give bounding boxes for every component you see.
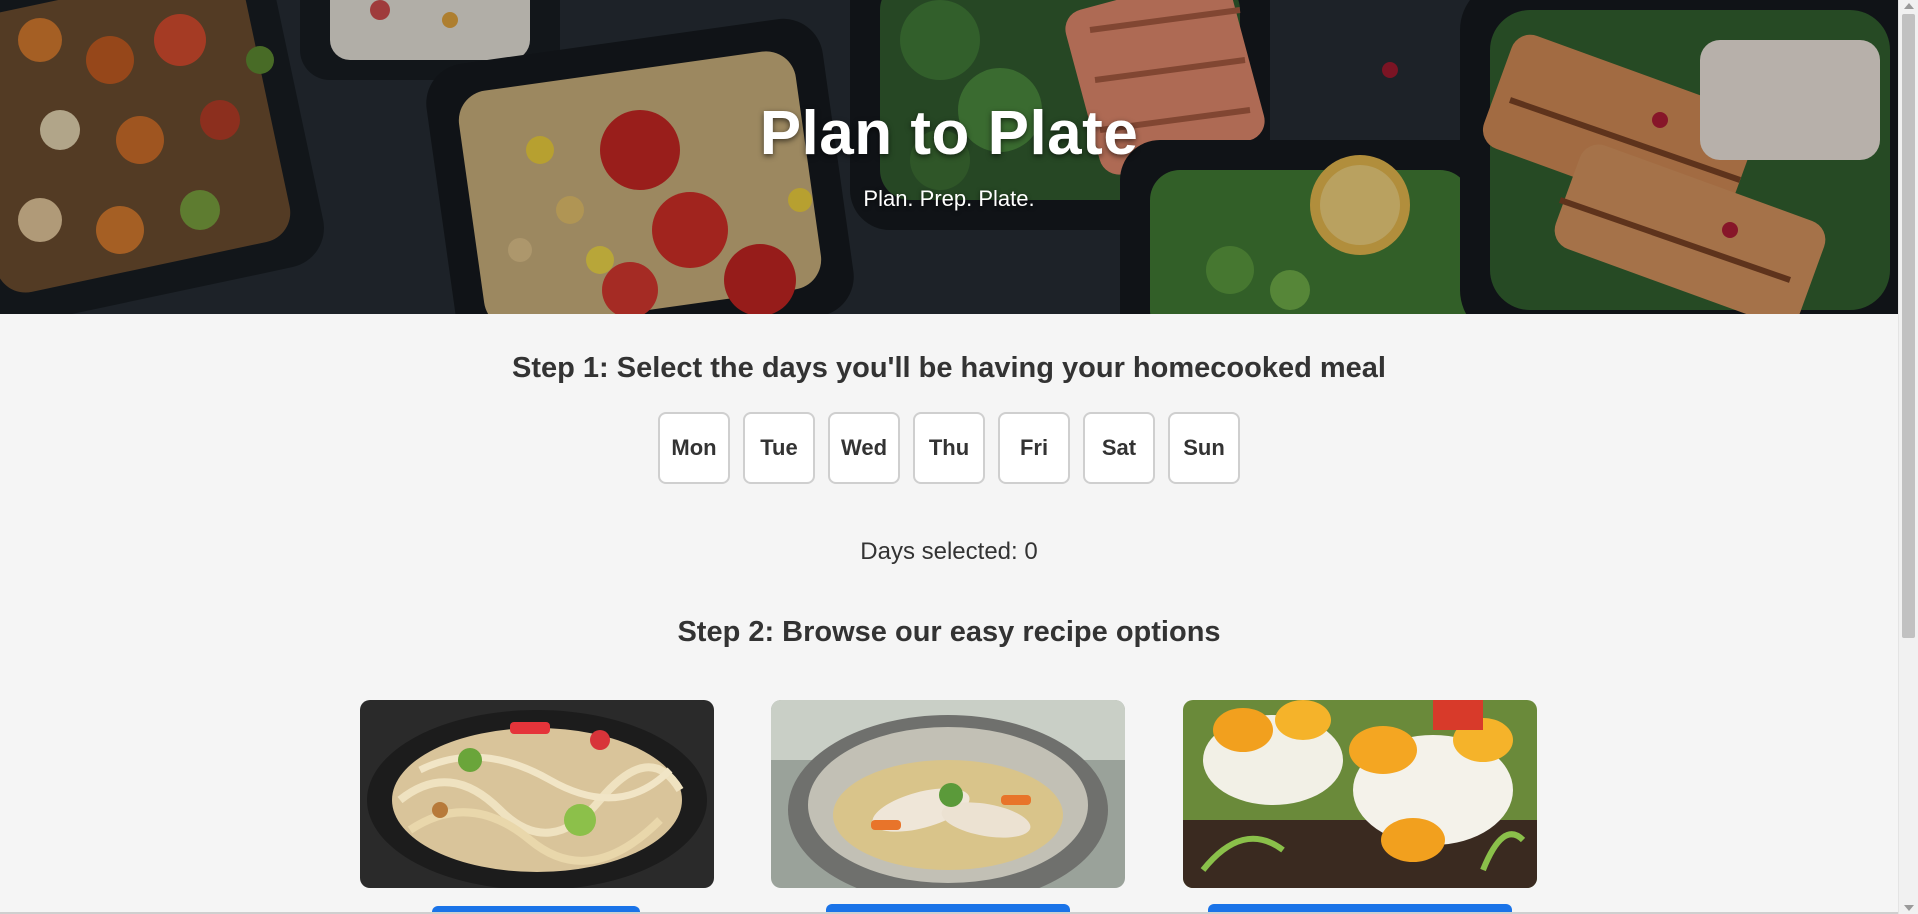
days-selected-count: Days selected: 0 bbox=[860, 538, 1038, 565]
scroll-up-arrow-icon[interactable] bbox=[1904, 3, 1914, 9]
day-button-sat[interactable]: Sat bbox=[1083, 412, 1155, 484]
recipe-card-soup[interactable] bbox=[771, 700, 1125, 888]
day-button-sun[interactable]: Sun bbox=[1168, 412, 1240, 484]
recipe-image-noodles bbox=[360, 700, 714, 888]
scroll-thumb[interactable] bbox=[1902, 14, 1915, 638]
site-tagline: Plan. Prep. Plate. bbox=[863, 186, 1035, 211]
day-button-wed[interactable]: Wed bbox=[828, 412, 900, 484]
site-title: Plan to Plate bbox=[759, 99, 1139, 168]
day-button-tue[interactable]: Tue bbox=[743, 412, 815, 484]
page: Plan to Plate Plan. Prep. Plate. Step 1:… bbox=[0, 0, 1898, 914]
page-scrollbar[interactable] bbox=[1898, 0, 1918, 914]
step1-heading: Step 1: Select the days you'll be having… bbox=[512, 352, 1386, 384]
day-button-thu[interactable]: Thu bbox=[913, 412, 985, 484]
day-button-mon[interactable]: Mon bbox=[658, 412, 730, 484]
day-selector: Mon Tue Wed Thu Fri Sat Sun bbox=[0, 412, 1898, 484]
recipe-image-soup bbox=[771, 700, 1125, 888]
recipe-card-salad[interactable] bbox=[1183, 700, 1537, 888]
hero-banner: Plan to Plate Plan. Prep. Plate. bbox=[0, 0, 1898, 314]
recipe-image-salad bbox=[1183, 700, 1537, 888]
day-button-fri[interactable]: Fri bbox=[998, 412, 1070, 484]
step2-heading: Step 2: Browse our easy recipe options bbox=[677, 616, 1221, 648]
scroll-down-arrow-icon[interactable] bbox=[1904, 905, 1914, 911]
recipe-card-noodles[interactable] bbox=[360, 700, 714, 888]
